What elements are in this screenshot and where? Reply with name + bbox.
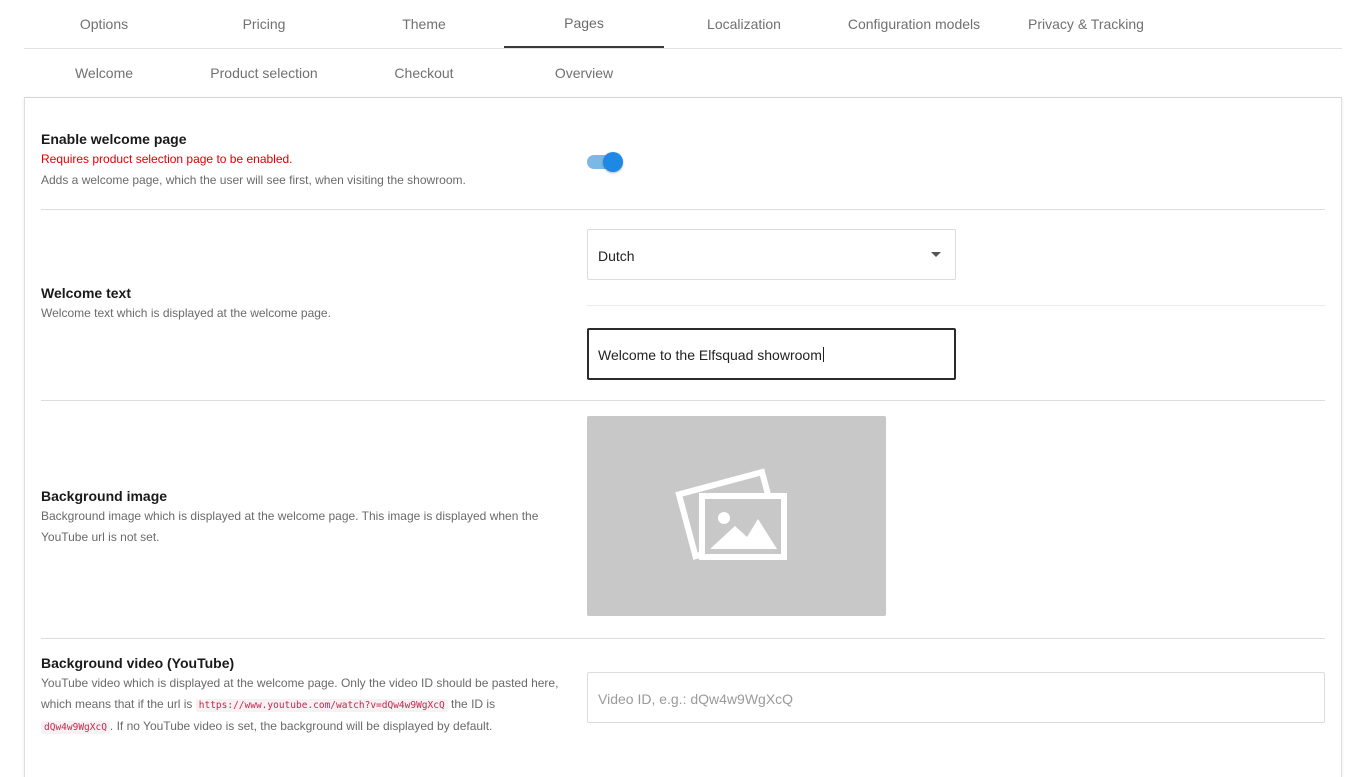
background-video-label: Background video (YouTube): [41, 655, 235, 671]
tab-pricing[interactable]: Pricing: [184, 0, 344, 48]
video-id-input[interactable]: Video ID, e.g.: dQw4w9WgXcQ: [587, 672, 1325, 723]
tab-localization[interactable]: Localization: [664, 0, 824, 48]
welcome-text-input[interactable]: Welcome to the Elfsquad showroom: [587, 328, 956, 380]
background-image-picker[interactable]: [587, 416, 886, 616]
subtab-overview[interactable]: Overview: [504, 49, 664, 97]
subtab-checkout[interactable]: Checkout: [344, 49, 504, 97]
tab-pages[interactable]: Pages: [504, 0, 664, 48]
welcome-text-description: Welcome text which is displayed at the w…: [41, 306, 331, 320]
enable-welcome-description: Adds a welcome page, which the user will…: [41, 173, 466, 187]
enable-welcome-toggle[interactable]: [587, 152, 625, 172]
example-url-code: https://www.youtube.com/watch?v=dQw4w9Wg…: [195, 699, 448, 712]
example-id-code: dQw4w9WgXcQ: [41, 721, 110, 734]
language-select[interactable]: Dutch: [587, 229, 956, 280]
subtab-product-selection[interactable]: Product selection: [184, 49, 344, 97]
primary-tab-bar: Options Pricing Theme Pages Localization…: [24, 0, 1342, 49]
divider: [41, 638, 1325, 639]
welcome-text-input-value: Welcome to the Elfsquad showroom: [598, 347, 824, 363]
tab-privacy-tracking[interactable]: Privacy & Tracking: [1004, 0, 1168, 48]
subtab-welcome[interactable]: Welcome: [24, 49, 184, 97]
language-select-value: Dutch: [598, 248, 635, 264]
video-id-placeholder: Video ID, e.g.: dQw4w9WgXcQ: [598, 691, 794, 707]
tab-theme[interactable]: Theme: [344, 0, 504, 48]
divider: [41, 209, 1325, 210]
enable-welcome-label: Enable welcome page: [41, 131, 187, 147]
text-cursor: [822, 347, 824, 362]
welcome-text-label: Welcome text: [41, 285, 131, 301]
settings-panel: Enable welcome page Requires product sel…: [24, 97, 1342, 777]
tab-configuration-models[interactable]: Configuration models: [824, 0, 1004, 48]
enable-welcome-section: Enable welcome page Requires product sel…: [41, 131, 1325, 191]
divider: [41, 400, 1325, 401]
image-placeholder-icon: [675, 468, 787, 560]
secondary-tab-bar: Welcome Product selection Checkout Overv…: [24, 49, 1342, 98]
enable-welcome-warning: Requires product selection page to be en…: [41, 152, 293, 166]
tab-options[interactable]: Options: [24, 0, 184, 48]
toggle-knob: [603, 152, 623, 172]
divider: [587, 305, 1325, 306]
chevron-down-icon: [931, 252, 941, 257]
